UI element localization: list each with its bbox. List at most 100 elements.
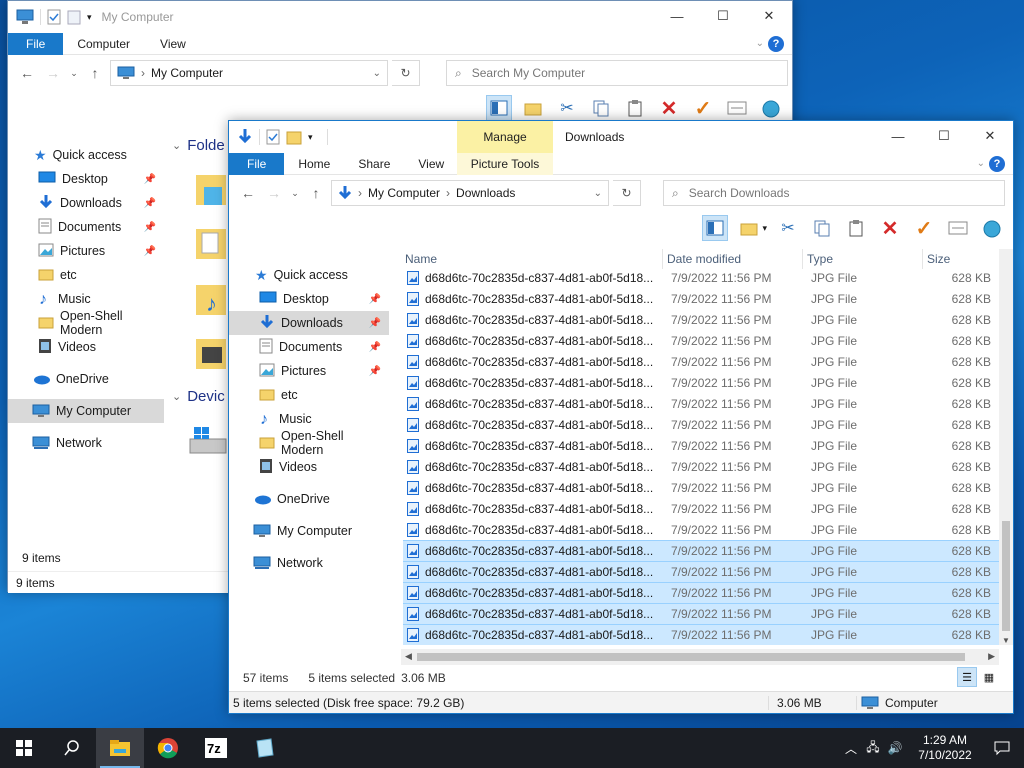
- close-button[interactable]: ✕: [967, 121, 1013, 151]
- file-row[interactable]: d68d6tc-70c2835d-c837-4d81-ab0f-5d18... 7…: [403, 456, 999, 477]
- clock[interactable]: 1:29 AM 7/10/2022: [910, 733, 980, 763]
- vertical-scrollbar[interactable]: ▼: [999, 249, 1013, 645]
- scroll-down-icon[interactable]: ▼: [1002, 636, 1010, 645]
- file-row[interactable]: d68d6tc-70c2835d-c837-4d81-ab0f-5d18... 7…: [403, 540, 999, 561]
- close-button[interactable]: ✕: [746, 1, 792, 31]
- file-row[interactable]: d68d6tc-70c2835d-c837-4d81-ab0f-5d18... 7…: [403, 393, 999, 414]
- file-row[interactable]: d68d6tc-70c2835d-c837-4d81-ab0f-5d18... 7…: [403, 624, 999, 645]
- file-row[interactable]: d68d6tc-70c2835d-c837-4d81-ab0f-5d18... 7…: [403, 435, 999, 456]
- new-folder-button[interactable]: [520, 95, 546, 121]
- file-row[interactable]: d68d6tc-70c2835d-c837-4d81-ab0f-5d18... 7…: [403, 351, 999, 372]
- new-folder-icon[interactable]: [67, 9, 81, 25]
- devices-group-header[interactable]: ⌄ Devic: [172, 388, 225, 405]
- tab-view[interactable]: View: [404, 153, 458, 175]
- address-bar[interactable]: › My Computer ⌄: [110, 60, 388, 86]
- back-button[interactable]: ←: [16, 62, 38, 84]
- cut-button[interactable]: ✂: [775, 215, 801, 241]
- nav-item-open-shell-modern[interactable]: Open-Shell Modern: [229, 429, 389, 457]
- file-row[interactable]: d68d6tc-70c2835d-c837-4d81-ab0f-5d18... 7…: [403, 414, 999, 435]
- folder-tile[interactable]: [194, 223, 228, 266]
- new-folder-icon[interactable]: [286, 129, 302, 145]
- paste-button[interactable]: [843, 215, 869, 241]
- address-dropdown-icon[interactable]: ⌄: [373, 68, 381, 79]
- delete-button[interactable]: ✕: [877, 215, 903, 241]
- maximize-button[interactable]: ☐: [700, 1, 746, 31]
- nav-item-videos[interactable]: Videos: [8, 335, 164, 359]
- file-row[interactable]: d68d6tc-70c2835d-c837-4d81-ab0f-5d18... 7…: [403, 288, 999, 309]
- help-icon[interactable]: ?: [768, 35, 784, 52]
- nav-item-documents[interactable]: Documents 📌: [229, 335, 389, 359]
- nav-network[interactable]: Network: [8, 431, 164, 455]
- help-icon[interactable]: ?: [989, 155, 1005, 172]
- chrome-taskbar-button[interactable]: [144, 728, 192, 768]
- search-box[interactable]: ⌕ Search My Computer: [446, 60, 788, 86]
- nav-network[interactable]: Network: [229, 551, 389, 575]
- file-explorer-taskbar-button[interactable]: [96, 728, 144, 768]
- forward-button[interactable]: →: [263, 182, 285, 204]
- tab-file[interactable]: File: [229, 152, 285, 175]
- refresh-button[interactable]: ↻: [613, 180, 641, 206]
- breadcrumb-item[interactable]: My Computer: [151, 66, 223, 80]
- nav-item-desktop[interactable]: Desktop 📌: [8, 167, 164, 191]
- breadcrumb-item[interactable]: My Computer: [368, 186, 440, 200]
- properties-button[interactable]: [724, 95, 750, 121]
- copy-button[interactable]: [809, 215, 835, 241]
- nav-quick-access[interactable]: ★ Quick access: [8, 143, 164, 167]
- horizontal-scrollbar[interactable]: ◀ ▶: [401, 649, 999, 665]
- scroll-left-icon[interactable]: ◀: [405, 651, 412, 662]
- nav-item-desktop[interactable]: Desktop 📌: [229, 287, 389, 311]
- new-folder-button[interactable]: [736, 215, 762, 241]
- folders-group-header[interactable]: ⌄ Folde: [172, 137, 225, 154]
- rename-button[interactable]: ✓: [911, 215, 937, 241]
- file-row[interactable]: d68d6tc-70c2835d-c837-4d81-ab0f-5d18... 7…: [403, 498, 999, 519]
- nav-quick-access[interactable]: ★ Quick access: [229, 263, 389, 287]
- 7zip-taskbar-button[interactable]: 7z: [192, 728, 240, 768]
- cut-button[interactable]: ✂: [554, 95, 580, 121]
- expand-ribbon-chevron-icon[interactable]: ⌄: [977, 158, 985, 169]
- properties-icon[interactable]: [266, 129, 280, 145]
- file-row[interactable]: d68d6tc-70c2835d-c837-4d81-ab0f-5d18... 7…: [403, 561, 999, 582]
- up-button[interactable]: ↑: [84, 62, 106, 84]
- shell-button[interactable]: [979, 215, 1005, 241]
- nav-my-computer[interactable]: My Computer: [8, 399, 164, 423]
- paste-button[interactable]: [622, 95, 648, 121]
- tab-computer[interactable]: Computer: [63, 33, 144, 55]
- nav-item-etc[interactable]: etc: [8, 263, 164, 287]
- nav-my-computer[interactable]: My Computer: [229, 519, 389, 543]
- file-row[interactable]: d68d6tc-70c2835d-c837-4d81-ab0f-5d18... 7…: [403, 519, 999, 540]
- nav-onedrive[interactable]: OneDrive: [229, 487, 389, 511]
- shell-button[interactable]: [758, 95, 784, 121]
- nav-item-music[interactable]: ♪ Music: [229, 407, 389, 431]
- nav-item-downloads[interactable]: Downloads 📌: [229, 311, 389, 335]
- file-row[interactable]: d68d6tc-70c2835d-c837-4d81-ab0f-5d18... 7…: [403, 477, 999, 498]
- recent-locations-chevron-icon[interactable]: ⌄: [68, 62, 80, 84]
- folder-tile[interactable]: [194, 169, 228, 212]
- column-header-size[interactable]: Size: [923, 249, 999, 269]
- nav-item-pictures[interactable]: Pictures 📌: [229, 359, 389, 383]
- scrollbar-thumb[interactable]: [417, 653, 965, 661]
- notifications-button[interactable]: [980, 740, 1024, 756]
- column-header-type[interactable]: Type: [803, 249, 923, 269]
- copy-button[interactable]: [588, 95, 614, 121]
- back-button[interactable]: ←: [237, 182, 259, 204]
- customize-qat-chevron-icon[interactable]: ▾: [308, 132, 313, 143]
- forward-button[interactable]: →: [42, 62, 64, 84]
- up-button[interactable]: ↑: [305, 182, 327, 204]
- tab-share[interactable]: Share: [344, 153, 404, 175]
- tab-file[interactable]: File: [8, 32, 64, 55]
- folder-tile[interactable]: [194, 333, 228, 376]
- customize-qat-chevron-icon[interactable]: ▾: [87, 12, 92, 23]
- column-header-date[interactable]: Date modified: [663, 249, 803, 269]
- context-tab-manage[interactable]: Manage: [457, 121, 553, 153]
- volume-icon[interactable]: 🔊: [884, 741, 906, 755]
- file-row[interactable]: d68d6tc-70c2835d-c837-4d81-ab0f-5d18... 7…: [403, 603, 999, 624]
- address-bar[interactable]: › My Computer › Downloads ⌄: [331, 180, 609, 206]
- file-row[interactable]: d68d6tc-70c2835d-c837-4d81-ab0f-5d18... 7…: [403, 309, 999, 330]
- refresh-button[interactable]: ↻: [392, 60, 420, 86]
- scrollbar-thumb[interactable]: [1002, 521, 1010, 631]
- delete-button[interactable]: ✕: [656, 95, 682, 121]
- search-box[interactable]: ⌕ Search Downloads: [663, 180, 1005, 206]
- minimize-button[interactable]: —: [654, 1, 700, 31]
- tab-picture-tools[interactable]: Picture Tools: [457, 153, 553, 175]
- rename-button[interactable]: ✓: [690, 95, 716, 121]
